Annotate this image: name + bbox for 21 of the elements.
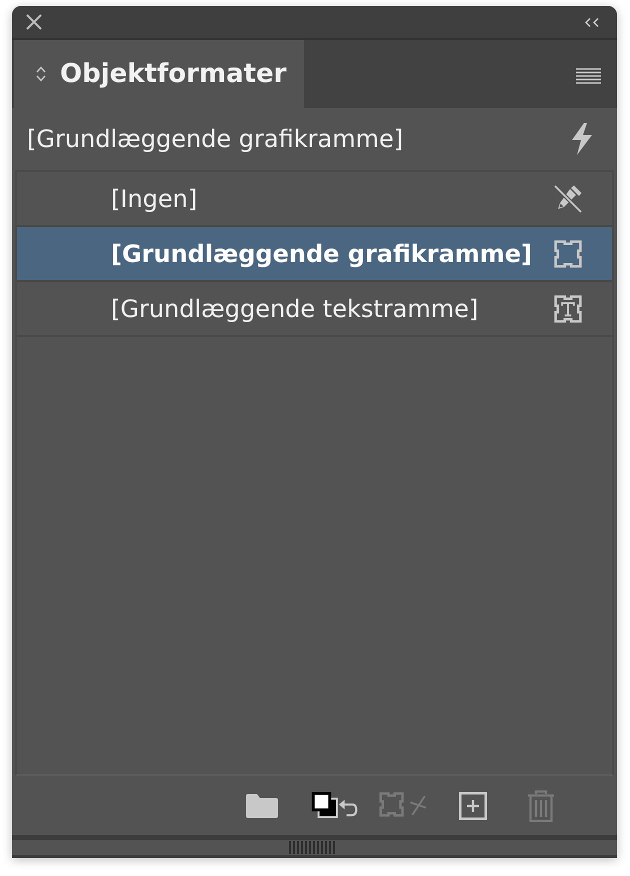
current-style-name: [Grundlæggende grafikramme] bbox=[27, 125, 404, 153]
layered-squares-icon bbox=[311, 792, 359, 819]
new-style-button[interactable] bbox=[459, 792, 487, 820]
frame-slash-icon bbox=[379, 792, 427, 819]
trash-icon bbox=[527, 790, 555, 822]
style-row[interactable]: [Grundlæggende tekstramme] bbox=[17, 282, 612, 337]
panel-tab[interactable]: Objektformater bbox=[14, 40, 304, 108]
menu-icon[interactable] bbox=[576, 68, 601, 84]
folder-button[interactable] bbox=[246, 794, 278, 818]
collapse-icon[interactable] bbox=[585, 18, 599, 26]
plus-square-icon bbox=[459, 792, 487, 820]
style-row[interactable]: [Grundlæggende grafikramme] bbox=[17, 227, 612, 282]
close-icon[interactable] bbox=[26, 14, 42, 30]
text-frame-icon bbox=[554, 294, 582, 322]
crossed-pencil-icon bbox=[554, 184, 582, 212]
frame-icon bbox=[554, 240, 582, 268]
lightning-icon[interactable] bbox=[571, 123, 593, 155]
resize-handle[interactable] bbox=[289, 841, 337, 854]
clear-attributes-button[interactable] bbox=[311, 792, 359, 819]
sort-arrows-icon[interactable] bbox=[36, 66, 46, 82]
folder-icon bbox=[246, 794, 278, 818]
